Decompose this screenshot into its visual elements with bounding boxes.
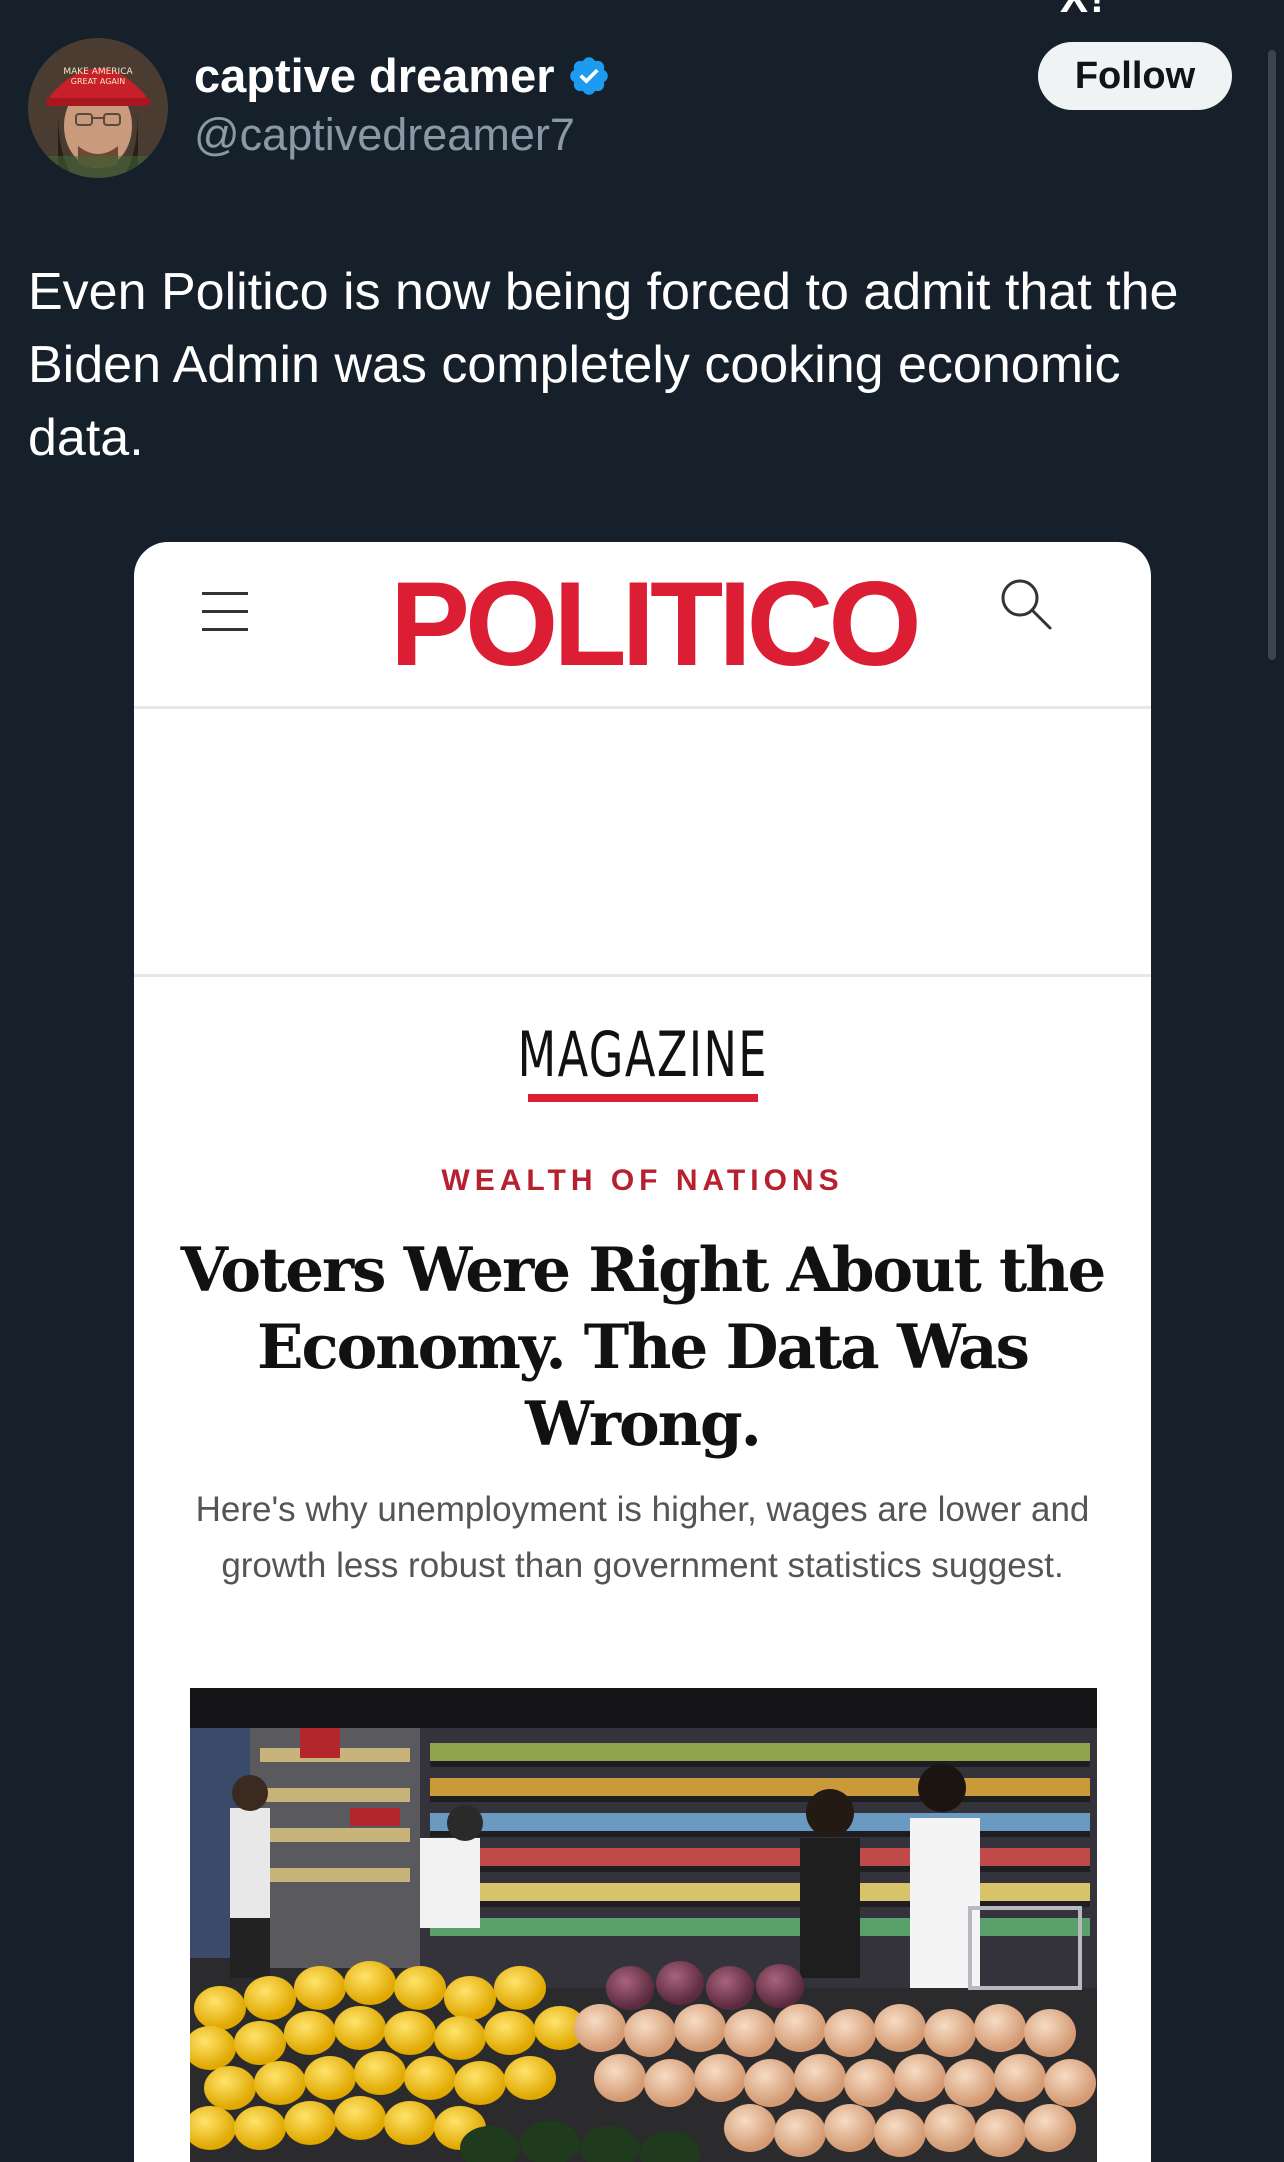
article-dek: Here's why unemployment is higher, wages… (195, 1490, 1090, 1585)
article-header: POLITICO (134, 542, 1151, 709)
top-cropped-glyph: X! (1060, 0, 1106, 22)
scrollbar[interactable] (1268, 50, 1276, 660)
follow-button[interactable]: Follow (1038, 42, 1232, 110)
hamburger-menu-icon[interactable] (202, 592, 248, 632)
grocery-produce-photo (190, 1688, 1097, 2162)
author-block: captive dreamer @captivedreamer7 (194, 48, 611, 164)
display-name-row[interactable]: captive dreamer (194, 48, 611, 104)
article-card[interactable]: POLITICO MAGAZINE WEALTH OF NATIONS Vote… (134, 542, 1151, 2162)
tweet-text: Even Politico is now being forced to adm… (28, 263, 1179, 467)
politico-logo[interactable]: POLITICO (390, 554, 922, 694)
avatar-image: MAKE AMERICA GREAT AGAIN (28, 38, 168, 178)
display-name[interactable]: captive dreamer (194, 48, 555, 104)
produce-photo-illustration (190, 1688, 1097, 2162)
article-kicker: WEALTH OF NATIONS (441, 1164, 844, 1197)
verified-badge-icon[interactable] (567, 54, 611, 98)
section-label: MAGAZINE (517, 1018, 768, 1091)
svg-text:GREAT AGAIN: GREAT AGAIN (71, 77, 125, 86)
article-headline[interactable]: Voters Were Right About the Economy. The… (174, 1232, 1111, 1463)
search-icon[interactable] (996, 574, 1056, 634)
section-label-block: MAGAZINE (134, 1022, 1151, 1102)
svg-text:MAKE AMERICA: MAKE AMERICA (63, 67, 133, 77)
ad-space (134, 709, 1151, 977)
section-underline (527, 1094, 758, 1102)
user-handle[interactable]: @captivedreamer7 (194, 106, 611, 164)
avatar[interactable]: MAKE AMERICA GREAT AGAIN (28, 38, 168, 178)
